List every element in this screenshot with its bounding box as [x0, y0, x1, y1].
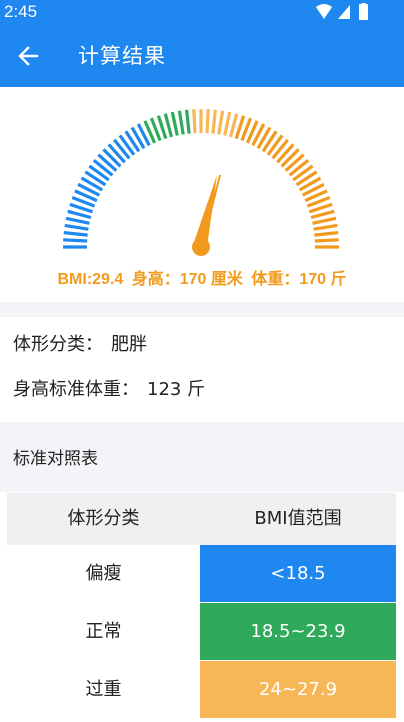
row-range: 18.5~23.9 — [200, 603, 396, 660]
row-category: 偏瘦 — [7, 545, 200, 603]
gauge-tick — [223, 111, 232, 136]
gauge-tick — [314, 238, 339, 243]
gauge-tick — [107, 143, 126, 164]
table-row: 过重 24~27.9 — [7, 661, 396, 719]
divider-band — [0, 302, 404, 317]
gauge-tick — [228, 113, 239, 138]
gauge-summary: BMI:29.4 身高：170 厘米 体重：170 斤 — [0, 269, 404, 291]
row-category: 正常 — [7, 603, 200, 661]
gauge-tick — [63, 238, 88, 243]
standard-weight-value: 123 斤 — [147, 379, 206, 400]
gauge-tick — [284, 153, 305, 172]
battery-icon — [359, 4, 368, 20]
category-value: 肥胖 — [111, 334, 147, 355]
gauge-tick — [63, 231, 88, 237]
weight-value: 体重：170 斤 — [251, 271, 347, 288]
gauge-tick — [67, 209, 92, 220]
gauge-tick — [217, 110, 225, 135]
row-range: <18.5 — [200, 545, 396, 602]
gauge-tick — [205, 109, 210, 134]
category-row: 体形分类： 肥胖 — [13, 333, 147, 357]
gauge-tick — [314, 231, 339, 237]
gauge-tick — [313, 223, 338, 231]
app-bar: 计算结果 — [0, 24, 404, 87]
gauge-tick — [163, 113, 174, 138]
category-label: 体形分类： — [13, 334, 103, 355]
table-row: 正常 18.5~23.9 — [7, 603, 396, 661]
gauge-tick — [280, 148, 300, 168]
gauge-tick — [64, 223, 89, 231]
gauge-tick — [97, 153, 118, 172]
standard-weight-row: 身高标准体重： 123 斤 — [13, 378, 205, 402]
page-title: 计算结果 — [78, 44, 166, 68]
table-row: 偏瘦 <18.5 — [7, 545, 396, 603]
gauge-tick — [211, 109, 217, 134]
reference-table-title: 标准对照表 — [13, 449, 98, 469]
gauge-tick — [170, 111, 179, 136]
row-range: 24~27.9 — [200, 661, 396, 718]
row-category: 过重 — [7, 661, 200, 719]
arrow-left-icon — [18, 46, 39, 66]
table-header: 体形分类 BMI值范围 — [7, 493, 396, 545]
gauge-tick — [65, 216, 90, 225]
wifi-icon — [316, 4, 332, 19]
status-icons — [316, 3, 368, 20]
gauge-tick — [312, 216, 337, 225]
signal-icon — [338, 5, 350, 19]
bmi-gauge — [63, 109, 339, 256]
gauge-tick — [276, 143, 295, 164]
back-button[interactable] — [12, 40, 44, 72]
height-value: 身高：170 厘米 — [131, 271, 243, 288]
gauge-tick — [177, 110, 185, 135]
header-bmi-range: BMI值范围 — [254, 508, 342, 529]
gauge-needle — [192, 174, 221, 256]
status-bar: 2:45 — [0, 0, 404, 24]
bmi-value: BMI:29.4 — [57, 271, 124, 288]
gauge-tick — [102, 148, 122, 168]
bmi-gauge-panel: BMI:29.4 身高：170 厘米 体重：170 斤 — [0, 87, 404, 302]
header-category: 体形分类 — [67, 508, 140, 529]
gauge-tick — [310, 209, 335, 220]
standard-weight-label: 身高标准体重： — [13, 379, 139, 400]
status-time: 2:45 — [4, 2, 38, 21]
gauge-tick — [192, 109, 197, 134]
gauge-tick — [185, 109, 191, 134]
